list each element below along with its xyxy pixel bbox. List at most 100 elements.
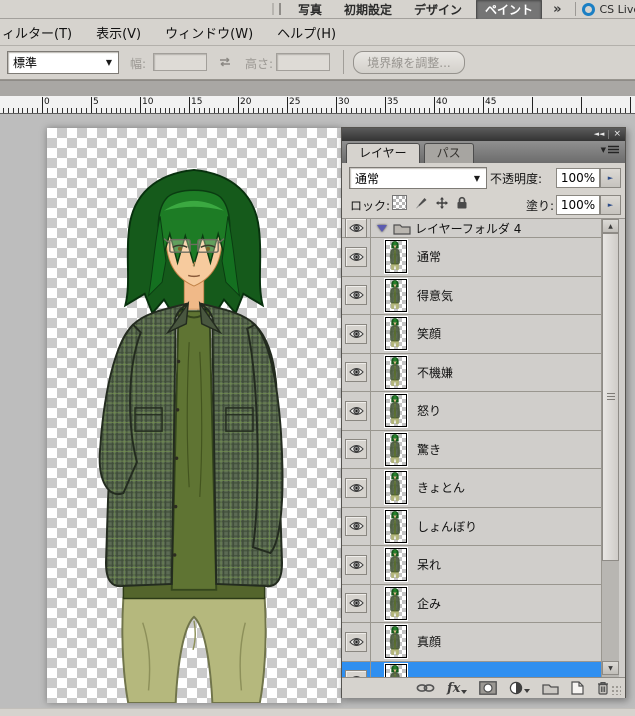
visibility-toggle[interactable]	[345, 516, 367, 537]
layer-name[interactable]: 真顔	[417, 633, 441, 650]
visibility-toggle[interactable]	[345, 477, 367, 498]
lock-position-icon[interactable]	[435, 196, 449, 210]
layer-row[interactable]: 不機嫌	[342, 353, 601, 392]
height-input[interactable]	[276, 53, 330, 71]
layer-name[interactable]: きょとん	[417, 479, 465, 496]
layer-style-icon[interactable]: fx	[447, 681, 468, 696]
workspace-overflow-button[interactable]: »	[545, 2, 569, 17]
cs-live-button[interactable]: CS Live	[582, 2, 635, 16]
layer-name[interactable]: 呆れ	[417, 556, 441, 573]
workspace-tab[interactable]: 初期設定	[336, 0, 400, 19]
visibility-toggle[interactable]	[345, 554, 367, 575]
blend-mode-dropdown[interactable]: 通常 ▼	[349, 167, 487, 189]
layer-name[interactable]: 得意気	[417, 287, 453, 304]
new-group-icon[interactable]	[542, 682, 559, 695]
layer-thumbnail[interactable]	[384, 431, 408, 467]
folder-name[interactable]: レイヤーフォルダ 4	[415, 220, 521, 237]
opacity-value[interactable]: 100%	[556, 168, 600, 188]
layer-name[interactable]: しょんぼり	[417, 518, 477, 535]
visibility-toggle[interactable]	[345, 439, 367, 460]
scroll-down-button[interactable]: ▼	[602, 661, 619, 675]
delete-layer-icon[interactable]	[597, 681, 609, 695]
layer-row[interactable]: 笑顔	[342, 315, 601, 354]
layer-thumbnail-art	[389, 356, 400, 386]
layer-name[interactable]: 怒り	[417, 402, 441, 419]
workspace-tab[interactable]: デザイン	[406, 0, 470, 19]
close-panel-icon[interactable]: ×	[609, 128, 625, 141]
ruler-tick	[585, 108, 587, 113]
fill-value[interactable]: 100%	[556, 195, 600, 215]
layer-row[interactable]: 得意気	[342, 276, 601, 315]
visibility-toggle[interactable]	[345, 593, 367, 614]
visibility-toggle[interactable]	[345, 285, 367, 306]
link-layers-icon[interactable]	[416, 683, 435, 693]
visibility-toggle[interactable]	[345, 246, 367, 267]
lock-transparency-icon[interactable]	[392, 195, 407, 210]
drag-grip[interactable]	[272, 3, 281, 15]
visibility-toggle[interactable]	[345, 323, 367, 344]
layer-row[interactable]: 通常	[342, 238, 601, 277]
expand-triangle-icon[interactable]	[377, 224, 387, 232]
layer-name[interactable]: 不機嫌	[417, 364, 453, 381]
panel-menu-button[interactable]: ▼	[601, 145, 619, 154]
visibility-toggle[interactable]	[345, 631, 367, 652]
layer-row[interactable]: 呆れ	[342, 546, 601, 585]
layer-thumbnail[interactable]	[384, 470, 408, 506]
ruler-tick	[458, 108, 460, 113]
refine-edge-button[interactable]: 境界線を調整...	[353, 51, 465, 74]
layer-thumbnail[interactable]	[384, 316, 408, 352]
layer-row[interactable]: しょんぼり	[342, 507, 601, 546]
layer-name[interactable]: 通常	[417, 248, 441, 265]
layer-thumbnail[interactable]	[384, 547, 408, 583]
ruler-tick	[571, 108, 573, 113]
layer-thumbnail[interactable]	[384, 508, 408, 544]
layer-thumbnail[interactable]	[384, 393, 408, 429]
layer-row[interactable]: 怒り	[342, 392, 601, 431]
selection-mode-dropdown[interactable]: 標準 ▼	[7, 51, 119, 74]
scroll-up-button[interactable]: ▲	[602, 219, 619, 233]
menu-item[interactable]: ィルター(T)	[0, 23, 84, 42]
ruler-tick	[125, 108, 127, 113]
workspace-tab[interactable]: 写真	[290, 0, 330, 19]
layer-row[interactable]: 真顔	[342, 623, 601, 662]
adjustment-layer-icon[interactable]	[509, 681, 531, 695]
add-layer-mask-icon[interactable]	[479, 681, 498, 695]
collapse-panel-icon[interactable]: ◄◄	[590, 128, 609, 141]
layer-thumbnail[interactable]	[384, 354, 408, 390]
horizontal-ruler[interactable]: 0 5 10 15 20 25 30 35 40 45	[0, 96, 635, 114]
tab-layers[interactable]: レイヤー	[346, 143, 420, 163]
layer-thumbnail[interactable]	[384, 624, 408, 660]
menu-item[interactable]: 表示(V)	[84, 23, 153, 42]
lock-all-icon[interactable]	[456, 196, 468, 210]
workspace-tab[interactable]: ペイント	[476, 0, 543, 20]
scrollbar[interactable]: ▲ ▼	[601, 219, 619, 677]
layer-thumbnail[interactable]	[384, 585, 408, 621]
visibility-toggle[interactable]	[345, 400, 367, 421]
new-layer-icon[interactable]	[570, 681, 584, 695]
layer-name[interactable]: 驚き	[417, 441, 441, 458]
menu-item[interactable]: ウィンドウ(W)	[153, 23, 265, 42]
lock-pixels-brush-icon[interactable]	[414, 196, 428, 210]
layer-thumbnail[interactable]	[384, 277, 408, 313]
layer-thumbnail[interactable]	[384, 662, 408, 677]
document-canvas[interactable]	[47, 128, 341, 703]
visibility-toggle[interactable]	[345, 362, 367, 383]
layer-row[interactable]: きょとん	[342, 469, 601, 508]
tab-paths[interactable]: パス	[423, 143, 474, 163]
scrollbar-thumb[interactable]	[602, 233, 619, 561]
opacity-slider-button[interactable]: ►	[600, 168, 621, 188]
menu-item[interactable]: ヘルプ(H)	[265, 23, 348, 42]
layer-thumbnail[interactable]	[384, 239, 408, 275]
layer-name[interactable]: 企み	[417, 595, 441, 612]
layer-name[interactable]: 笑顔	[417, 325, 441, 342]
layer-folder-row[interactable]: レイヤーフォルダ 4	[342, 219, 601, 238]
width-input[interactable]	[153, 53, 207, 71]
visibility-toggle[interactable]	[345, 670, 367, 677]
layer-row[interactable]: 驚き	[342, 430, 601, 469]
panel-resize-grip[interactable]	[611, 685, 621, 695]
visibility-toggle[interactable]	[345, 219, 367, 238]
layer-row[interactable]	[342, 661, 601, 677]
layer-row[interactable]: 企み	[342, 584, 601, 623]
swap-dimensions-icon[interactable]	[217, 57, 233, 67]
fill-slider-button[interactable]: ►	[600, 195, 621, 215]
